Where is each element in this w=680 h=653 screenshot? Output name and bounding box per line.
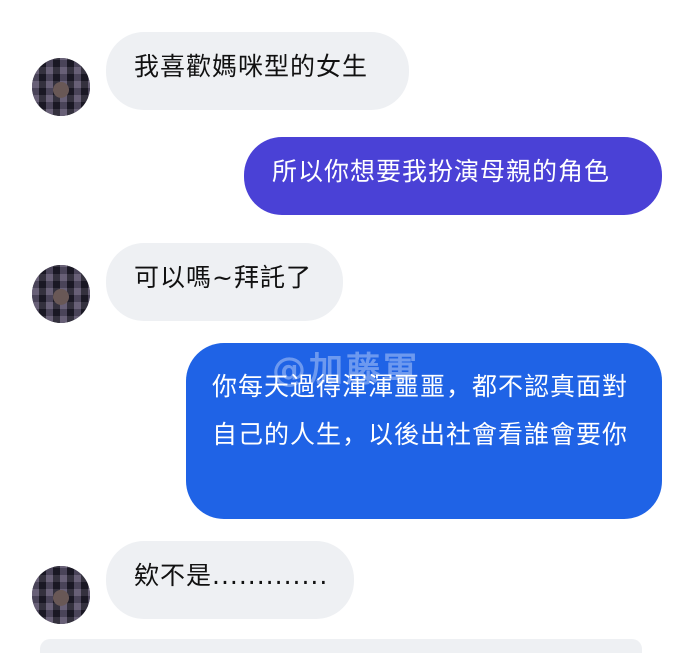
- message-text: 欸不是.............: [134, 561, 329, 590]
- avatar[interactable]: [32, 58, 90, 116]
- message-text: 我喜歡媽咪型的女生: [134, 52, 369, 81]
- message-text: 所以你想要我扮演母親的角色: [272, 157, 611, 186]
- message-text: 可以嗎~拜託了: [134, 263, 312, 292]
- incoming-message[interactable]: 欸不是.............: [106, 541, 354, 619]
- outgoing-message[interactable]: 所以你想要我扮演母親的角色: [244, 137, 662, 215]
- next-message-edge: [40, 639, 642, 653]
- incoming-message[interactable]: 可以嗎~拜託了: [106, 243, 343, 321]
- watermark: @加藤軍: [272, 350, 420, 390]
- incoming-message[interactable]: 我喜歡媽咪型的女生: [106, 32, 409, 110]
- outgoing-message[interactable]: 你每天過得渾渾噩噩，都不認真面對自己的人生，以後出社會看誰會要你: [186, 343, 662, 519]
- avatar[interactable]: [32, 265, 90, 323]
- avatar[interactable]: [32, 566, 90, 624]
